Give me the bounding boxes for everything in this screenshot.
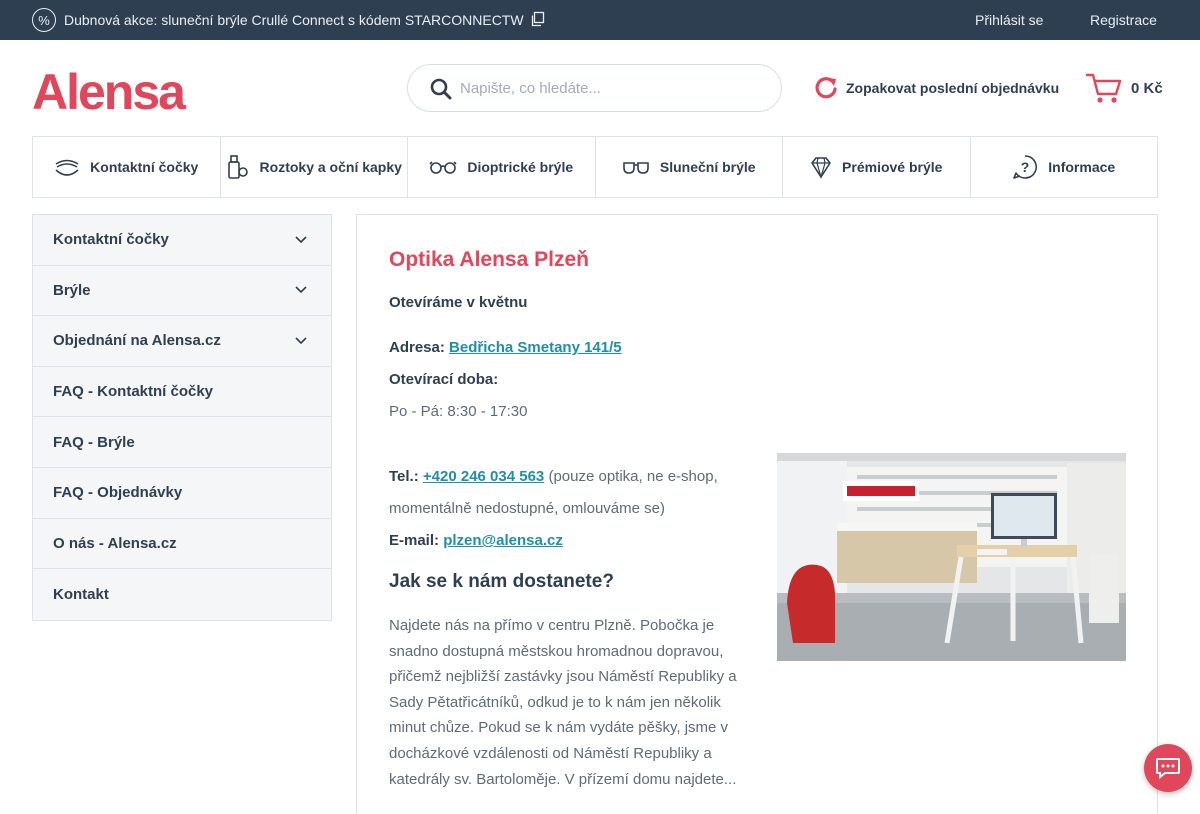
sidebar-item-contact-lenses[interactable]: Kontaktní čočky xyxy=(33,215,331,266)
hours-label: Otevírací doba: xyxy=(389,371,499,388)
category-label: Informace xyxy=(1048,158,1116,175)
store-detail: Optika Alensa Plzeň Otevíráme v květnu A… xyxy=(356,214,1158,814)
chat-icon xyxy=(1156,758,1180,779)
reorder-label: Zopakovat poslední objednávku xyxy=(846,80,1060,96)
search-box[interactable] xyxy=(407,64,782,112)
sidebar-item-label: Kontakt xyxy=(53,585,109,603)
address-label: Adresa: xyxy=(389,339,445,356)
page-title: Optika Alensa Plzeň xyxy=(389,248,589,271)
phone-link[interactable]: +420 246 034 563 xyxy=(423,468,544,485)
sidebar-item-faq-orders[interactable]: FAQ - Objednávky xyxy=(33,467,331,519)
sidebar-item-about[interactable]: O nás - Alensa.cz xyxy=(33,518,331,570)
svg-text:?: ? xyxy=(1021,159,1030,175)
category-label: Kontaktní čočky xyxy=(90,158,199,175)
address-link[interactable]: Bedřicha Smetany 141/5 xyxy=(449,339,622,356)
category-sunglasses[interactable]: Sluneční brýle xyxy=(596,137,783,197)
email-label: E-mail: xyxy=(389,532,440,549)
solution-bottle-icon xyxy=(227,155,248,179)
category-contact-lenses[interactable]: Kontaktní čočky xyxy=(33,137,221,197)
search-input[interactable] xyxy=(460,75,760,101)
eyeglasses-icon xyxy=(429,161,457,174)
logo-text: Alensa xyxy=(32,64,187,114)
copy-icon[interactable] xyxy=(530,11,546,27)
tel-row: Tel.: +420 246 034 563 (pouze optika, ne… xyxy=(389,461,741,525)
percent-icon: % xyxy=(32,8,56,32)
category-eyeglasses[interactable]: Dioptrické brýle xyxy=(408,137,596,197)
category-premium[interactable]: Prémiové brýle xyxy=(783,137,971,197)
opening-note: Otevíráme v květnu xyxy=(389,294,528,311)
category-nav: Kontaktní čočky Roztoky a oční kapky Dio… xyxy=(32,136,1158,198)
sidebar-item-label: FAQ - Brýle xyxy=(53,433,135,451)
sidebar-item-faq-lenses[interactable]: FAQ - Kontaktní čočky xyxy=(33,366,331,418)
chevron-down-icon[interactable] xyxy=(295,236,307,244)
cart-icon xyxy=(1085,73,1122,103)
chat-button[interactable] xyxy=(1144,744,1192,792)
refresh-icon xyxy=(815,77,837,99)
register-link[interactable]: Registrace xyxy=(1090,12,1157,28)
promo-bar: % Dubnová akce: sluneční brýle Crullé Co… xyxy=(0,0,1200,40)
cart-total: 0 Kč xyxy=(1131,79,1163,97)
chevron-down-icon[interactable] xyxy=(295,337,307,345)
sidebar-item-label: FAQ - Kontaktní čočky xyxy=(53,383,214,401)
store-photo xyxy=(777,453,1126,661)
diamond-icon xyxy=(811,157,831,179)
sidebar-item-label: O nás - Alensa.cz xyxy=(53,534,177,552)
category-info[interactable]: ? Informace xyxy=(971,137,1158,197)
sidebar-item-contact[interactable]: Kontakt xyxy=(33,569,331,620)
sidebar-item-label: Brýle xyxy=(53,281,91,299)
sidebar-item-faq-glasses[interactable]: FAQ - Brýle xyxy=(33,417,331,468)
help-icon: ? xyxy=(1013,155,1038,179)
address-row: Adresa: Bedřicha Smetany 141/5 xyxy=(389,339,622,356)
tel-label: Tel.: xyxy=(389,468,419,485)
sidebar-item-ordering[interactable]: Objednání na Alensa.cz xyxy=(33,316,331,367)
directions-text: Najdete nás na přímo v centru Plzně. Pob… xyxy=(389,617,737,788)
category-label: Prémiové brýle xyxy=(842,158,943,175)
sidebar-item-label: Objednání na Alensa.cz xyxy=(53,332,221,350)
sunglasses-icon xyxy=(623,162,649,174)
hours-value: Po - Pá: 8:30 - 17:30 xyxy=(389,403,528,420)
sidebar-item-label: FAQ - Objednávky xyxy=(53,484,183,502)
sidebar-item-label: Kontaktní čočky xyxy=(53,231,169,249)
contact-block: Tel.: +420 246 034 563 (pouze optika, ne… xyxy=(389,461,741,557)
contact-lens-icon xyxy=(55,159,79,176)
alensa-logo[interactable]: Alensa xyxy=(32,64,204,120)
reorder-button[interactable]: Zopakovat poslední objednávku xyxy=(813,74,1059,102)
directions-heading: Jak se k nám dostanete? xyxy=(389,571,614,592)
email-row: E-mail: plzen@alensa.cz xyxy=(389,525,741,557)
login-link[interactable]: Přihlásit se xyxy=(975,12,1043,28)
email-link[interactable]: plzen@alensa.cz xyxy=(443,532,563,549)
sidebar-item-glasses[interactable]: Brýle xyxy=(33,265,331,317)
search-icon[interactable] xyxy=(430,78,452,100)
cart-button[interactable]: 0 Kč xyxy=(1085,70,1163,106)
category-label: Sluneční brýle xyxy=(659,158,756,175)
promo-text: Dubnová akce: sluneční brýle Crullé Conn… xyxy=(64,12,524,28)
category-label: Roztoky a oční kapky xyxy=(259,158,402,175)
sidebar-menu: Kontaktní čočky Brýle Objednání na Alens… xyxy=(32,214,332,621)
chevron-down-icon[interactable] xyxy=(295,286,307,294)
category-solutions[interactable]: Roztoky a oční kapky xyxy=(221,137,408,197)
category-label: Dioptrické brýle xyxy=(467,158,574,175)
